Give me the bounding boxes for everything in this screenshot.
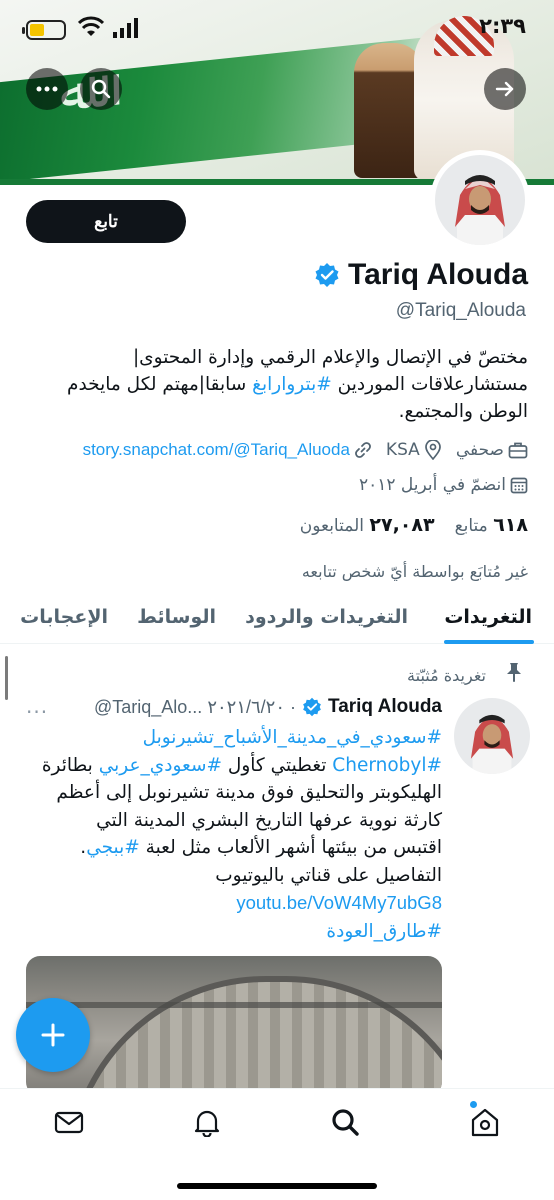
job-text: صحفي — [455, 440, 504, 460]
tweet-hashtag[interactable]: #Chernobyl — [332, 755, 442, 776]
tweet-hashtag[interactable]: #سعودي_في_مدينة_الأشباح_تشيرنوبل — [143, 727, 442, 748]
profile-job: صحفي — [456, 440, 528, 460]
cellular-signal-icon — [113, 18, 138, 38]
tweet-hashtag[interactable]: #ببجي — [86, 837, 140, 858]
home-indicator-bar — [177, 1183, 377, 1189]
tweet-hashtag[interactable]: #طارق_العودة — [326, 921, 442, 942]
verified-badge-icon — [303, 697, 321, 717]
profile-handle: @Tariq_Alouda — [395, 300, 526, 321]
status-time: ٢:٣٩ — [479, 14, 526, 38]
search-icon[interactable] — [330, 1107, 360, 1137]
profile-meta-row: story.snapchat.com/@Tariq_Aluoda KSA صحف… — [83, 440, 528, 460]
bio-line: مختصّ في الإتصال والإعلام الرقمي وإدارة … — [132, 347, 528, 368]
more-dots-icon — [36, 86, 58, 92]
bio-line: مستشارعلاقات الموردين — [331, 374, 528, 395]
search-icon — [91, 79, 111, 99]
pin-icon — [507, 663, 521, 682]
followers-count[interactable]: ٢٧,٠٨٣ المتابعون — [300, 514, 435, 536]
briefcase-icon — [508, 442, 528, 459]
avatar-photo — [454, 698, 530, 774]
calendar-icon — [510, 477, 528, 494]
follow-counts: ٦١٨ متابع ٢٧,٠٨٣ المتابعون — [300, 514, 528, 536]
tab-tweets-replies[interactable]: التغريدات والردود — [245, 606, 408, 628]
location-text: KSA — [385, 440, 420, 460]
profile-website[interactable]: story.snapchat.com/@Tariq_Aluoda — [83, 440, 372, 460]
scroll-indicator — [5, 656, 8, 700]
tweet-author-avatar[interactable] — [454, 698, 530, 774]
not-followed-notice: غير مُتابَع بواسطة أيّ شخص تتابعه — [301, 562, 528, 581]
tweet-text-part: اقتبس من بيئتها أشهر الألعاب مثل لعبة — [139, 837, 442, 858]
tweet-more-button[interactable]: ··· — [26, 700, 48, 724]
tab-media[interactable]: الوسائط — [137, 606, 216, 628]
wifi-icon — [78, 16, 104, 36]
bell-icon[interactable] — [192, 1107, 222, 1137]
profile-tabs: التغريدات التغريدات والردود الوسائط الإع… — [0, 598, 554, 644]
profile-name-row: Tariq Alouda — [314, 258, 528, 292]
profile-avatar[interactable] — [430, 150, 530, 250]
tweet-text-part: بطائرة — [41, 754, 99, 776]
tweet-text-line: كارثة نووية عرفها التاريخ البشري المدينة… — [96, 809, 442, 831]
battery-icon — [22, 20, 66, 40]
pin-icon-wrap — [494, 662, 534, 682]
tweet-handle-date: @Tariq_Alo... ٢٠٢١/٦/٢٠ · — [93, 696, 296, 717]
verified-badge-icon — [315, 263, 339, 287]
tweet-text-line: الهليكوبتر والتحليق فوق مدينة تشيرنوبل إ… — [56, 782, 442, 803]
tweet-author-name[interactable]: Tariq Alouda — [328, 696, 442, 718]
mail-icon[interactable] — [54, 1107, 84, 1137]
link-icon — [355, 442, 371, 458]
joined-text: انضمّ في أبريل ٢٠١٢ — [359, 475, 506, 495]
bio-line: سابقا|مهتم لكل مايخدم — [67, 374, 253, 395]
tweet-link[interactable]: youtu.be/VoW4My7ubG8 — [236, 892, 442, 913]
plus-icon — [41, 1023, 65, 1047]
tweet-hashtag[interactable]: #سعودي_عربي — [99, 755, 222, 776]
profile-bio: مختصّ في الإتصال والإعلام الرقمي وإدارة … — [18, 344, 528, 425]
more-options-button[interactable] — [26, 68, 68, 110]
tweet-text-line: التفاصيل على قناتي باليوتيوب — [215, 864, 442, 886]
profile-display-name: Tariq Alouda — [348, 258, 528, 291]
follow-button[interactable]: تابع — [26, 200, 186, 243]
website-link[interactable]: story.snapchat.com/@Tariq_Aluoda — [83, 440, 350, 460]
bio-hashtag[interactable]: #بتروارابغ — [252, 374, 332, 395]
compose-tweet-button[interactable] — [16, 998, 90, 1072]
avatar-photo — [435, 155, 525, 245]
arrow-right-icon — [495, 81, 514, 97]
profile-location: KSA — [386, 440, 442, 460]
location-pin-icon — [424, 440, 441, 460]
tweet-text-part: تغطيتي كأول — [222, 754, 333, 776]
tweet-text: #سعودي_في_مدينة_الأشباح_تشيرنوبل #Cherno… — [22, 724, 442, 945]
home-icon[interactable] — [470, 1107, 500, 1137]
search-button[interactable] — [80, 68, 122, 110]
back-button[interactable] — [484, 68, 526, 110]
bio-line: الوطن والمجتمع. — [398, 401, 528, 422]
tweet-header: @Tariq_Alo... ٢٠٢١/٦/٢٠ · Tariq Alouda — [94, 696, 442, 718]
active-tab-indicator — [444, 640, 534, 644]
following-count[interactable]: ٦١٨ متابع — [455, 514, 528, 536]
pinned-tweet-label: تغريدة مُثبّتة — [407, 666, 486, 685]
status-bar: ٢:٣٩ — [0, 0, 554, 50]
tab-tweets[interactable]: التغريدات — [444, 606, 532, 628]
tab-likes[interactable]: الإعجابات — [20, 606, 108, 628]
profile-joined: انضمّ في أبريل ٢٠١٢ — [359, 475, 528, 495]
